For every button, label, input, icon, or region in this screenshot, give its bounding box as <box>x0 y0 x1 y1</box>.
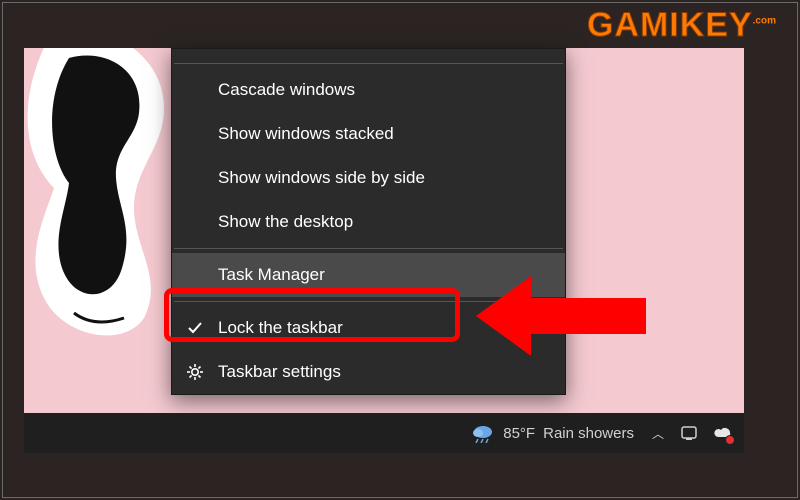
tray-cloud-icon[interactable] <box>714 424 732 442</box>
menu-separator <box>174 301 563 302</box>
menu-separator <box>174 248 563 249</box>
menu-label: Show the desktop <box>218 212 353 232</box>
menu-label: Cascade windows <box>218 80 355 100</box>
weather-icon <box>471 423 495 443</box>
menu-separator <box>174 63 563 64</box>
menu-label: Show windows stacked <box>218 124 394 144</box>
weather-widget[interactable]: 85°F Rain showers <box>471 423 634 443</box>
menu-label: Lock the taskbar <box>218 318 343 338</box>
menu-item-taskbar-settings[interactable]: Taskbar settings <box>172 350 565 394</box>
notification-badge-icon <box>725 435 735 445</box>
system-tray[interactable]: ︿ <box>652 424 744 442</box>
menu-label: Taskbar settings <box>218 362 341 382</box>
logo-suffix: .com <box>753 16 776 27</box>
menu-item-cascade-windows[interactable]: Cascade windows <box>172 68 565 112</box>
taskbar-context-menu: Cascade windows Show windows stacked Sho… <box>171 48 566 395</box>
menu-item-show-windows-side-by-side[interactable]: Show windows side by side <box>172 156 565 200</box>
gamikey-logo: GAMIKEY.com <box>587 6 776 45</box>
menu-item-task-manager[interactable]: Task Manager <box>172 253 565 297</box>
menu-item-show-the-desktop[interactable]: Show the desktop <box>172 200 565 244</box>
weather-temperature: 85°F <box>503 425 535 442</box>
menu-item-lock-the-taskbar[interactable]: Lock the taskbar <box>172 306 565 350</box>
menu-label: Show windows side by side <box>218 168 425 188</box>
tray-overflow-chevron-icon[interactable]: ︿ <box>652 425 664 442</box>
taskbar[interactable]: 85°F Rain showers ︿ <box>24 413 744 453</box>
checkmark-icon <box>186 319 204 337</box>
menu-label: Task Manager <box>218 265 325 285</box>
menu-item-show-windows-stacked[interactable]: Show windows stacked <box>172 112 565 156</box>
tray-app-icon[interactable] <box>680 424 698 442</box>
logo-text: GAMIKEY <box>587 6 753 44</box>
gear-icon <box>186 363 204 381</box>
weather-condition: Rain showers <box>543 425 634 442</box>
